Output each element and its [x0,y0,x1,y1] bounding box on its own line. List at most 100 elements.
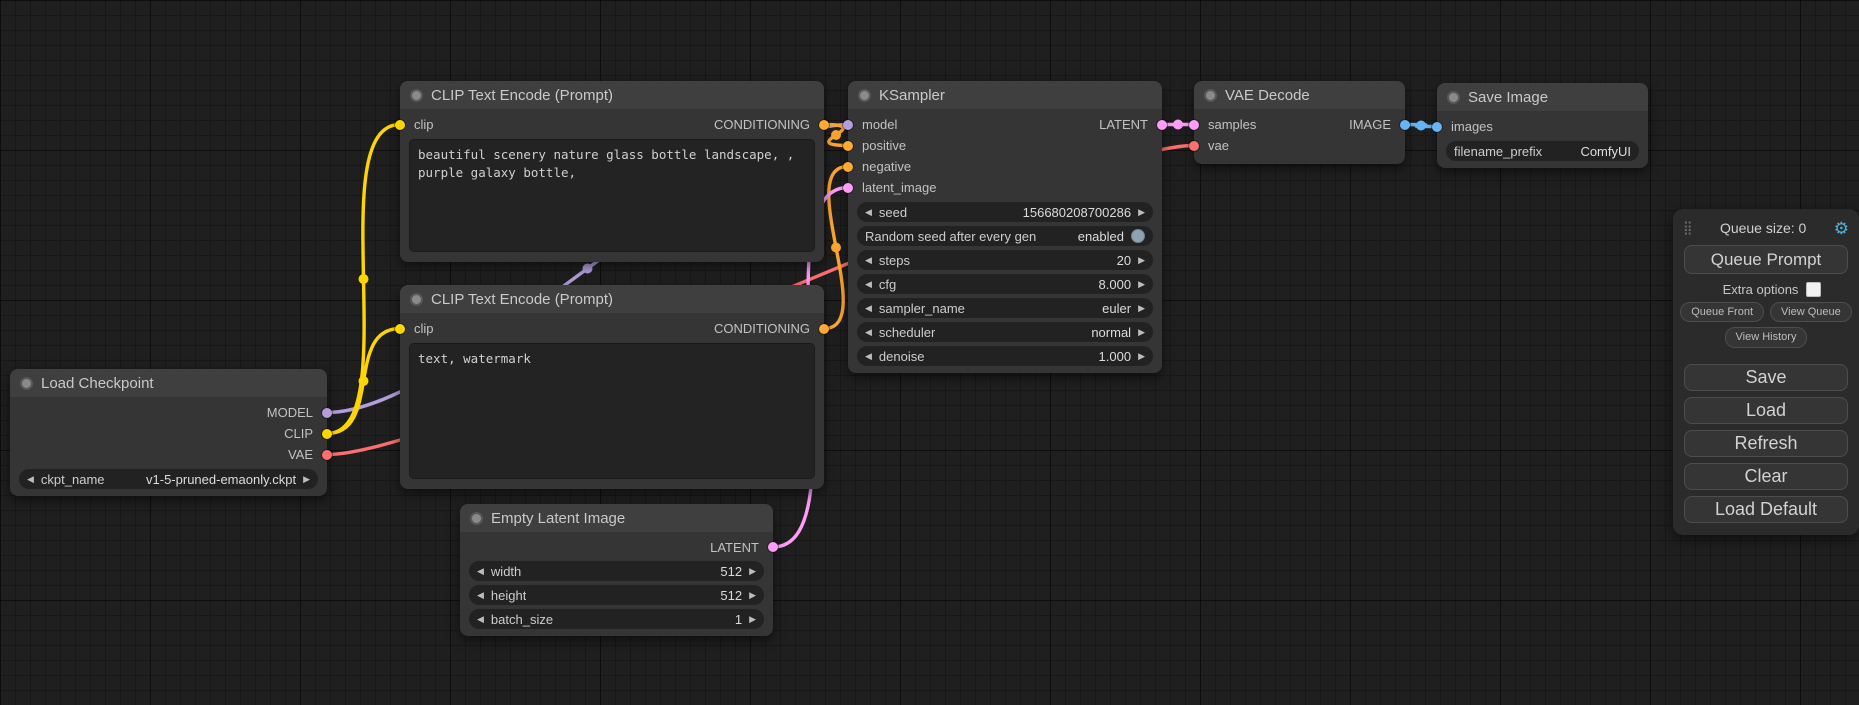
model-output-port[interactable] [322,408,332,418]
increment-arrow-icon[interactable]: ▶ [749,615,756,624]
widget-value: 512 [720,564,742,579]
node-title-bar[interactable]: Save Image [1437,83,1648,111]
increment-arrow-icon[interactable]: ▶ [1138,352,1145,361]
widget-ckpt-name[interactable]: ◀ ckpt_name v1-5-pruned-emaonly.ckpt ▶ [19,469,318,489]
positive-input-port[interactable] [843,141,853,151]
decrement-arrow-icon[interactable]: ◀ [27,475,34,484]
settings-gear-icon[interactable]: ⚙ [1834,220,1849,237]
vae-output-port[interactable] [322,450,332,460]
queue-prompt-button[interactable]: Queue Prompt [1684,245,1848,274]
view-queue-button[interactable]: View Queue [1770,302,1852,322]
conditioning-output-port[interactable] [819,120,829,130]
model-input-port[interactable] [843,120,853,130]
collapse-dot-icon[interactable] [20,377,33,390]
latent-output-port[interactable] [768,542,778,552]
extra-options-checkbox[interactable] [1806,282,1821,297]
node-title-bar[interactable]: Empty Latent Image [460,504,773,532]
widget-label: sampler_name [879,301,965,316]
load-default-button[interactable]: Load Default [1684,496,1848,523]
drag-handle-icon[interactable]: ⣿ [1683,220,1693,236]
node-title-bar[interactable]: VAE Decode [1194,81,1405,109]
widget-cfg[interactable]: ◀ cfg 8.000 ▶ [857,274,1153,294]
node-load-checkpoint[interactable]: Load Checkpoint MODEL CLIP VAE ◀ ckpt_na… [10,369,327,496]
conditioning-output-port[interactable] [819,324,829,334]
decrement-arrow-icon[interactable]: ◀ [477,615,484,624]
widget-height[interactable]: ◀ height 512 ▶ [469,585,764,605]
widget-denoise[interactable]: ◀ denoise 1.000 ▶ [857,346,1153,366]
increment-arrow-icon[interactable]: ▶ [749,567,756,576]
increment-arrow-icon[interactable]: ▶ [1138,304,1145,313]
clip-input-port[interactable] [395,120,405,130]
widget-seed[interactable]: ◀ seed 156680208700286 ▶ [857,202,1153,222]
collapse-dot-icon[interactable] [410,89,423,102]
vae-input-port[interactable] [1189,141,1199,151]
collapse-dot-icon[interactable] [470,512,483,525]
latent-output-port[interactable] [1157,120,1167,130]
widget-filename-prefix[interactable]: filename_prefix ComfyUI [1446,141,1639,161]
output-label: IMAGE [1349,117,1391,132]
decrement-arrow-icon[interactable]: ◀ [865,352,872,361]
prompt-textarea[interactable]: beautiful scenery nature glass bottle la… [409,139,815,252]
widget-sampler-name[interactable]: ◀ sampler_name euler ▶ [857,298,1153,318]
increment-arrow-icon[interactable]: ▶ [1138,208,1145,217]
widget-random-seed-toggle[interactable]: Random seed after every gen enabled [857,226,1153,246]
node-title-bar[interactable]: Load Checkpoint [10,369,327,397]
node-title-bar[interactable]: KSampler [848,81,1162,109]
collapse-dot-icon[interactable] [1204,89,1217,102]
node-empty-latent-image[interactable]: Empty Latent Image LATENT ◀ width 512 ▶ … [460,504,773,636]
increment-arrow-icon[interactable]: ▶ [749,591,756,600]
node-clip-text-encode-positive[interactable]: CLIP Text Encode (Prompt) clip CONDITION… [400,81,824,262]
increment-arrow-icon[interactable]: ▶ [1138,256,1145,265]
clip-output-port[interactable] [322,429,332,439]
node-title: KSampler [879,87,945,104]
port-row: LATENT [460,537,773,557]
decrement-arrow-icon[interactable]: ◀ [865,280,872,289]
samples-input-port[interactable] [1189,120,1199,130]
load-button[interactable]: Load [1684,397,1848,424]
increment-arrow-icon[interactable]: ▶ [1138,280,1145,289]
clear-button[interactable]: Clear [1684,463,1848,490]
port-row: vae [1194,135,1405,156]
decrement-arrow-icon[interactable]: ◀ [865,328,872,337]
node-clip-text-encode-negative[interactable]: CLIP Text Encode (Prompt) clip CONDITION… [400,285,824,489]
widget-label: denoise [879,349,925,364]
save-button[interactable]: Save [1684,364,1848,391]
latent-image-input-port[interactable] [843,183,853,193]
node-save-image[interactable]: Save Image images filename_prefix ComfyU… [1437,83,1648,168]
increment-arrow-icon[interactable]: ▶ [303,475,310,484]
node-graph-canvas[interactable]: Load Checkpoint MODEL CLIP VAE ◀ ckpt_na… [0,0,1859,705]
prompt-textarea[interactable]: text, watermark [409,343,815,479]
widget-steps[interactable]: ◀ steps 20 ▶ [857,250,1153,270]
images-input-port[interactable] [1432,122,1442,132]
widget-width[interactable]: ◀ width 512 ▶ [469,561,764,581]
widget-label: ckpt_name [41,472,105,487]
input-label: clip [414,321,434,336]
widget-label: steps [879,253,910,268]
output-label: VAE [288,447,313,462]
decrement-arrow-icon[interactable]: ◀ [865,304,872,313]
collapse-dot-icon[interactable] [858,89,871,102]
node-title-bar[interactable]: CLIP Text Encode (Prompt) [400,285,824,313]
node-title: Empty Latent Image [491,510,625,527]
toggle-knob-icon[interactable] [1131,229,1145,243]
port-row: images [1437,116,1648,137]
increment-arrow-icon[interactable]: ▶ [1138,328,1145,337]
refresh-button[interactable]: Refresh [1684,430,1848,457]
widget-scheduler[interactable]: ◀ scheduler normal ▶ [857,322,1153,342]
decrement-arrow-icon[interactable]: ◀ [477,567,484,576]
node-title-bar[interactable]: CLIP Text Encode (Prompt) [400,81,824,109]
collapse-dot-icon[interactable] [410,293,423,306]
image-output-port[interactable] [1400,120,1410,130]
widget-label: cfg [879,277,896,292]
collapse-dot-icon[interactable] [1447,91,1460,104]
node-ksampler[interactable]: KSampler model LATENT positive negative … [848,81,1162,373]
decrement-arrow-icon[interactable]: ◀ [865,256,872,265]
clip-input-port[interactable] [395,324,405,334]
widget-batch-size[interactable]: ◀ batch_size 1 ▶ [469,609,764,629]
queue-front-button[interactable]: Queue Front [1680,302,1764,322]
negative-input-port[interactable] [843,162,853,172]
node-vae-decode[interactable]: VAE Decode samples IMAGE vae [1194,81,1405,164]
decrement-arrow-icon[interactable]: ◀ [865,208,872,217]
decrement-arrow-icon[interactable]: ◀ [477,591,484,600]
view-history-button[interactable]: View History [1725,327,1808,347]
